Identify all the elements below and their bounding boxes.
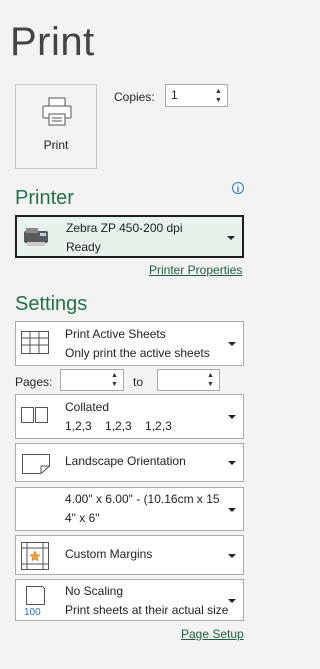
margins-title: Custom Margins [65,547,153,561]
chevron-down-icon[interactable]: ▼ [207,381,215,388]
chevron-down-icon[interactable]: ▼ [215,97,223,104]
printer-name: Zebra ZP 450-200 dpi [66,221,183,235]
copies-value: 1 [171,88,178,102]
custom-margins-icon [21,542,49,570]
collated-pages-icon [21,407,48,423]
print-what-subtitle: Only print the active sheets [65,346,210,360]
chevron-up-icon[interactable]: ▲ [111,372,119,379]
copies-stepper[interactable]: 1 ▲ ▼ [165,84,228,107]
print-button-label: Print [43,138,69,152]
chevron-down-icon [228,415,236,419]
chevron-down-icon [228,554,236,558]
chevron-down-icon [228,508,236,512]
print-what-title: Print Active Sheets [65,327,166,341]
pages-from-stepper[interactable]: ▲ ▼ [60,369,124,391]
sheets-grid-icon [21,331,49,354]
margins-dropdown[interactable]: Custom Margins [15,535,244,575]
page-title: Print [10,20,95,64]
collation-dropdown[interactable]: Collated 1,2,3 1,2,3 1,2,3 [15,394,244,439]
chevron-up-icon[interactable]: ▲ [215,88,223,95]
orientation-dropdown[interactable]: Landscape Orientation [15,443,244,482]
pages-to-label: to [133,375,144,389]
svg-text:100: 100 [24,607,41,618]
pages-label: Pages: [15,375,53,389]
pages-to-stepper[interactable]: ▲ ▼ [157,369,220,391]
chevron-down-icon[interactable]: ▼ [111,381,119,388]
printer-icon [42,97,72,126]
paper-size-subtitle: 4" x 6" [65,511,100,525]
paper-size-dropdown[interactable]: 4.00" x 6.00" - (10.16cm x 15.2 4" x 6" [15,487,244,531]
chevron-up-icon[interactable]: ▲ [207,372,215,379]
chevron-down-icon [228,342,236,346]
printer-dropdown[interactable]: Zebra ZP 450-200 dpi Ready [15,215,244,258]
scaling-dropdown[interactable]: 100 No Scaling Print sheets at their act… [15,579,244,621]
printer-status: Ready [66,240,101,254]
copies-label: Copies: [114,90,155,104]
info-icon[interactable]: i [232,182,244,194]
printer-heading: Printer [15,187,74,209]
print-button[interactable]: Print [15,84,97,169]
page-setup-link[interactable]: Page Setup [181,627,244,641]
chevron-down-icon [227,236,235,240]
scaling-title: No Scaling [65,584,124,598]
chevron-down-icon [228,599,236,603]
no-scaling-icon: 100 [24,586,45,618]
chevron-down-icon [228,461,236,465]
settings-heading: Settings [15,293,88,315]
printer-properties-link[interactable]: Printer Properties [149,263,242,277]
paper-size-title: 4.00" x 6.00" - (10.16cm x 15.2 [65,492,221,506]
scaling-subtitle: Print sheets at their actual size [65,603,229,617]
collation-subtitle: 1,2,3 1,2,3 1,2,3 [65,419,172,433]
printer-device-icon [24,228,48,246]
landscape-page-icon [22,454,50,474]
collation-title: Collated [65,400,110,414]
orientation-title: Landscape Orientation [65,454,186,468]
print-what-dropdown[interactable]: Print Active Sheets Only print the activ… [15,321,244,366]
